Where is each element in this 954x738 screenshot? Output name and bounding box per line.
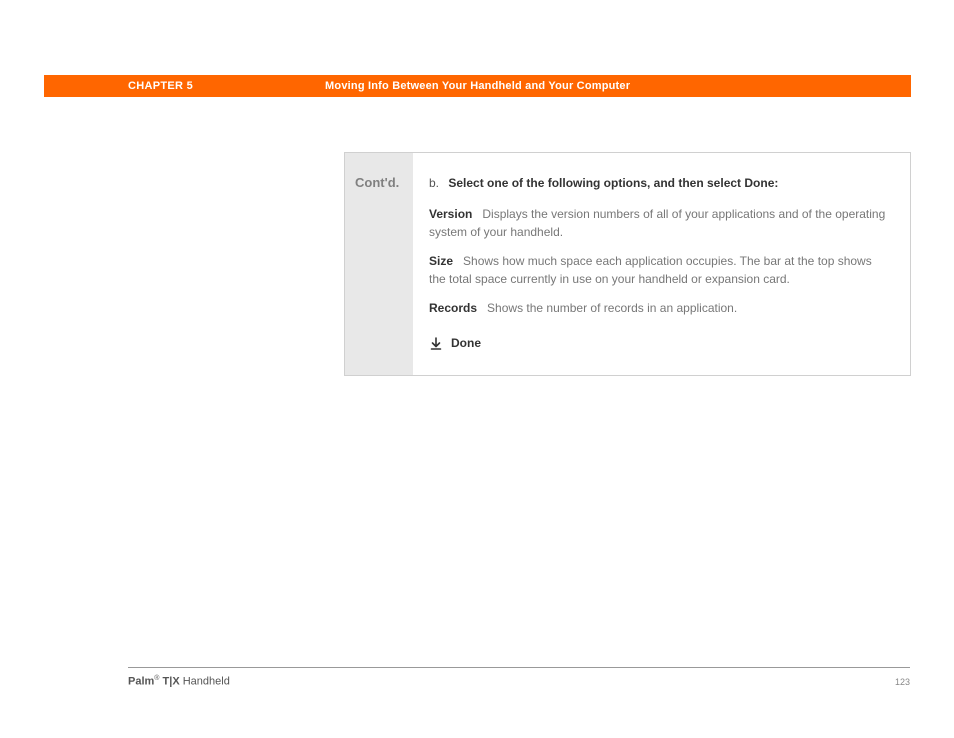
done-download-icon (429, 337, 443, 351)
option-desc: Displays the version numbers of all of y… (429, 207, 885, 238)
option-desc: Shows how much space each application oc… (429, 254, 872, 285)
footer-rule (128, 667, 910, 668)
instruction-box: Cont'd. b. Select one of the following o… (344, 152, 911, 376)
option-title: Records (429, 301, 477, 315)
step-letter: b. (429, 175, 445, 192)
step-text: Select one of the following options, and… (448, 176, 778, 190)
chapter-header-bar: CHAPTER 5 Moving Info Between Your Handh… (44, 75, 911, 97)
suffix: Handheld (180, 676, 230, 688)
product-name: Palm® T|X Handheld (128, 675, 230, 688)
brand: Palm (128, 676, 154, 688)
continued-column: Cont'd. (345, 153, 413, 375)
page-footer: Palm® T|X Handheld 123 (128, 675, 910, 688)
done-label: Done (451, 335, 481, 352)
step-line: b. Select one of the following options, … (429, 175, 888, 192)
model: T|X (159, 676, 179, 688)
continued-label: Cont'd. (355, 175, 413, 190)
chapter-title: Moving Info Between Your Handheld and Yo… (325, 80, 630, 92)
done-row: Done (429, 335, 888, 352)
option-title: Version (429, 207, 472, 221)
option-item: Records Shows the number of records in a… (429, 300, 888, 317)
option-desc: Shows the number of records in an applic… (487, 301, 737, 315)
option-item: Size Shows how much space each applicati… (429, 253, 888, 288)
option-title: Size (429, 254, 453, 268)
instruction-content: b. Select one of the following options, … (413, 153, 910, 375)
chapter-label: CHAPTER 5 (128, 80, 193, 92)
option-item: Version Displays the version numbers of … (429, 206, 888, 241)
page-number: 123 (895, 677, 910, 687)
